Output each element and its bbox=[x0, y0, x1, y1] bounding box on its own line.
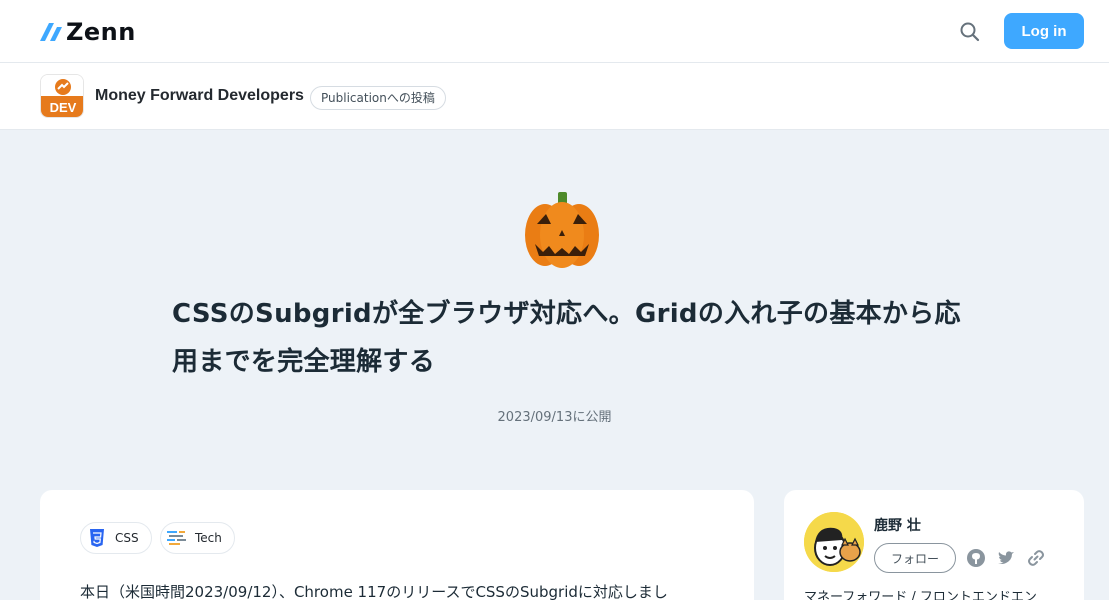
author-name[interactable]: 鹿野 壮 bbox=[874, 515, 921, 535]
publication-logo[interactable]: DEV bbox=[40, 74, 84, 118]
jack-o-lantern-icon bbox=[521, 190, 603, 272]
article-body-text: 本日（米国時間2023/09/12）、Chrome 117のリリースでCSSのS… bbox=[80, 583, 668, 600]
link-icon[interactable] bbox=[1026, 548, 1046, 568]
article-body-card: CSS Tech 本日（米国時間2023/09/12）、Chrome 117のリ… bbox=[40, 490, 754, 600]
search-icon[interactable] bbox=[958, 20, 982, 44]
author-bio: マネーフォワード / フロントエンドエン bbox=[804, 590, 1037, 600]
article-title-line-1: CSSのSubgridが全ブラウザ対応へ。Gridの入れ子の基本から応 bbox=[172, 299, 961, 329]
publication-bar: DEV Money Forward Developers Publication… bbox=[0, 63, 1109, 130]
logo-text: Zenn bbox=[66, 18, 136, 46]
topic-css[interactable]: CSS bbox=[80, 522, 152, 554]
avatar[interactable] bbox=[804, 512, 864, 572]
published-date: 2023/09/13に公開 bbox=[497, 410, 612, 425]
tech-icon bbox=[167, 528, 187, 548]
article-title: CSSのSubgridが全ブラウザ対応へ。Gridの入れ子の基本から応 用までを… bbox=[172, 290, 962, 386]
author-card: 鹿野 壮 フォロー マネーフォワード / フロントエンドエン bbox=[784, 490, 1084, 600]
login-button[interactable]: Log in bbox=[1004, 13, 1084, 49]
github-icon[interactable] bbox=[966, 548, 986, 568]
zenn-logo[interactable]: Zenn bbox=[40, 18, 136, 46]
publication-name[interactable]: Money Forward Developers bbox=[95, 87, 304, 105]
money-forward-mark-icon bbox=[55, 79, 71, 95]
zenn-logo-icon bbox=[40, 23, 62, 41]
css3-icon bbox=[87, 528, 107, 548]
article-title-line-2: 用までを完全理解する bbox=[172, 347, 436, 377]
twitter-icon[interactable] bbox=[996, 548, 1016, 568]
publication-logo-text: DEV bbox=[41, 96, 83, 117]
topic-tech[interactable]: Tech bbox=[160, 522, 235, 554]
topic-label: Tech bbox=[195, 531, 222, 545]
publication-badge: Publicationへの投稿 bbox=[310, 86, 446, 110]
site-header: Zenn Log in bbox=[0, 0, 1109, 63]
follow-button[interactable]: フォロー bbox=[874, 543, 956, 573]
topic-label: CSS bbox=[115, 531, 139, 545]
